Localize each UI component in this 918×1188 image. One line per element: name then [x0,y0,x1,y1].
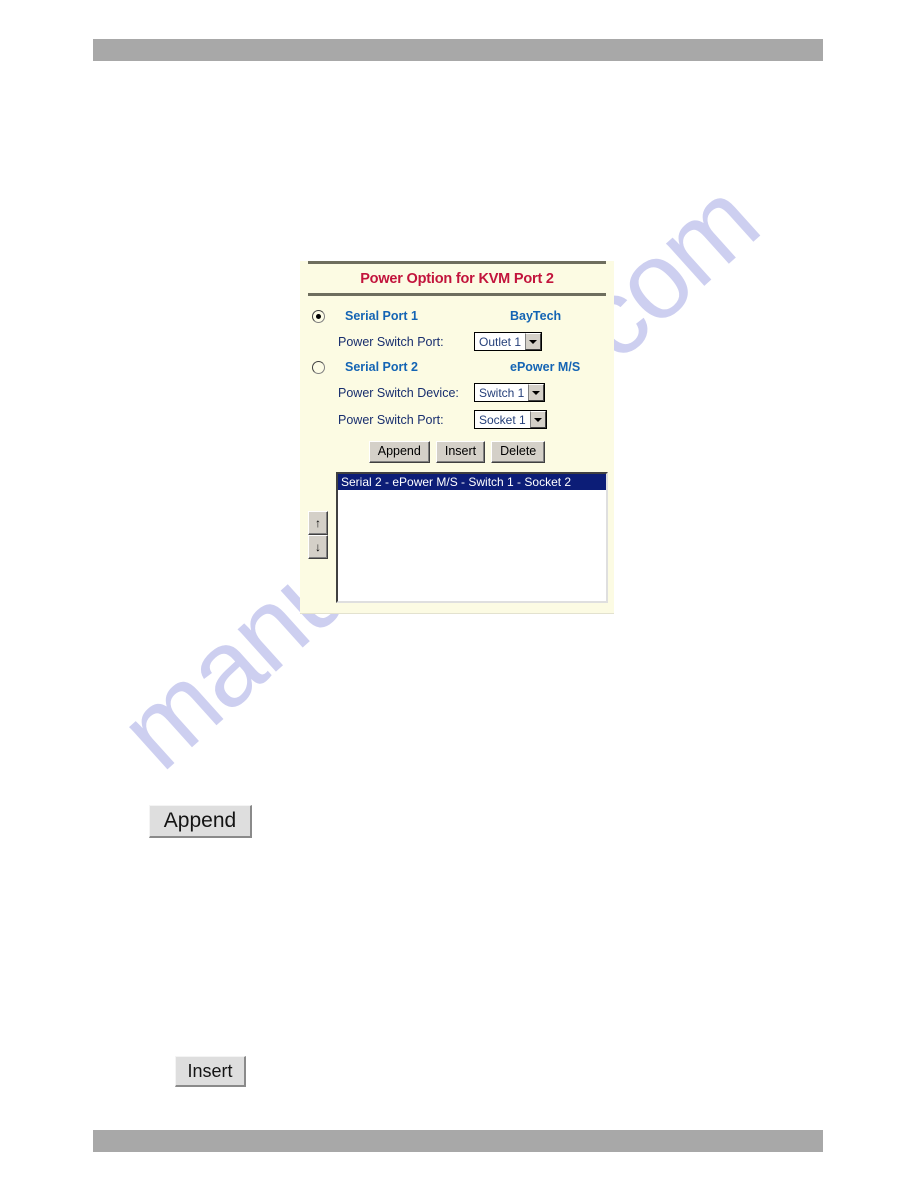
field-row-power-switch-device: Power Switch Device: Switch 1 [300,379,614,406]
power-switch-port-select-1-value: Outlet 1 [475,333,526,350]
serial-port-1-label: Serial Port 1 [345,309,418,323]
power-switch-port-label-1: Power Switch Port: [338,334,444,349]
power-option-panel: Power Option for KVM Port 2 Serial Port … [300,261,614,614]
power-switch-device-label: Power Switch Device: [338,385,459,400]
list-item[interactable]: Serial 2 - ePower M/S - Switch 1 - Socke… [338,474,606,490]
power-assignment-listbox[interactable]: Serial 2 - ePower M/S - Switch 1 - Socke… [336,472,608,603]
delete-button[interactable]: Delete [491,441,546,463]
figure-insert-button[interactable]: Insert [175,1056,246,1087]
chevron-down-icon[interactable] [525,333,542,350]
radio-serial-port-1[interactable] [312,309,325,323]
power-switch-device-select-value: Switch 1 [475,384,529,401]
page-header-bar [93,39,823,61]
figure-append-button[interactable]: Append [149,805,252,838]
option-row-serial-port-1[interactable]: Serial Port 1 BayTech [300,304,614,328]
list-area: ↑ ↓ Serial 2 - ePower M/S - Switch 1 - S… [300,472,614,603]
chevron-down-icon[interactable] [528,384,545,401]
power-switch-port-select-1[interactable]: Outlet 1 [474,332,543,351]
option-row-serial-port-2[interactable]: Serial Port 2 ePower M/S [300,355,614,379]
power-switch-port-select-2-value: Socket 1 [475,411,530,428]
reorder-arrow-stack: ↑ ↓ [308,511,328,559]
serial-port-2-label: Serial Port 2 [345,360,418,374]
move-up-button[interactable]: ↑ [308,511,328,535]
serial-port-1-device-label: BayTech [510,309,562,323]
insert-button[interactable]: Insert [435,441,486,463]
chevron-down-icon[interactable] [529,411,546,428]
radio-serial-port-2[interactable] [312,360,325,374]
action-button-row: Append Insert Delete [300,441,614,463]
page-footer-bar [93,1130,823,1152]
field-row-power-switch-port-2: Power Switch Port: Socket 1 [300,406,614,433]
page-title: Power Option for KVM Port 2 [360,271,554,287]
power-switch-port-label-2: Power Switch Port: [338,412,444,427]
append-button[interactable]: Append [368,441,430,463]
field-row-power-switch-port-1: Power Switch Port: Outlet 1 [300,328,614,355]
power-switch-port-select-2[interactable]: Socket 1 [474,410,547,429]
serial-port-2-device-label: ePower M/S [510,360,581,374]
panel-body: Serial Port 1 BayTech Power Switch Port:… [300,296,614,613]
move-down-button[interactable]: ↓ [308,535,328,559]
power-switch-device-select[interactable]: Switch 1 [474,383,546,402]
